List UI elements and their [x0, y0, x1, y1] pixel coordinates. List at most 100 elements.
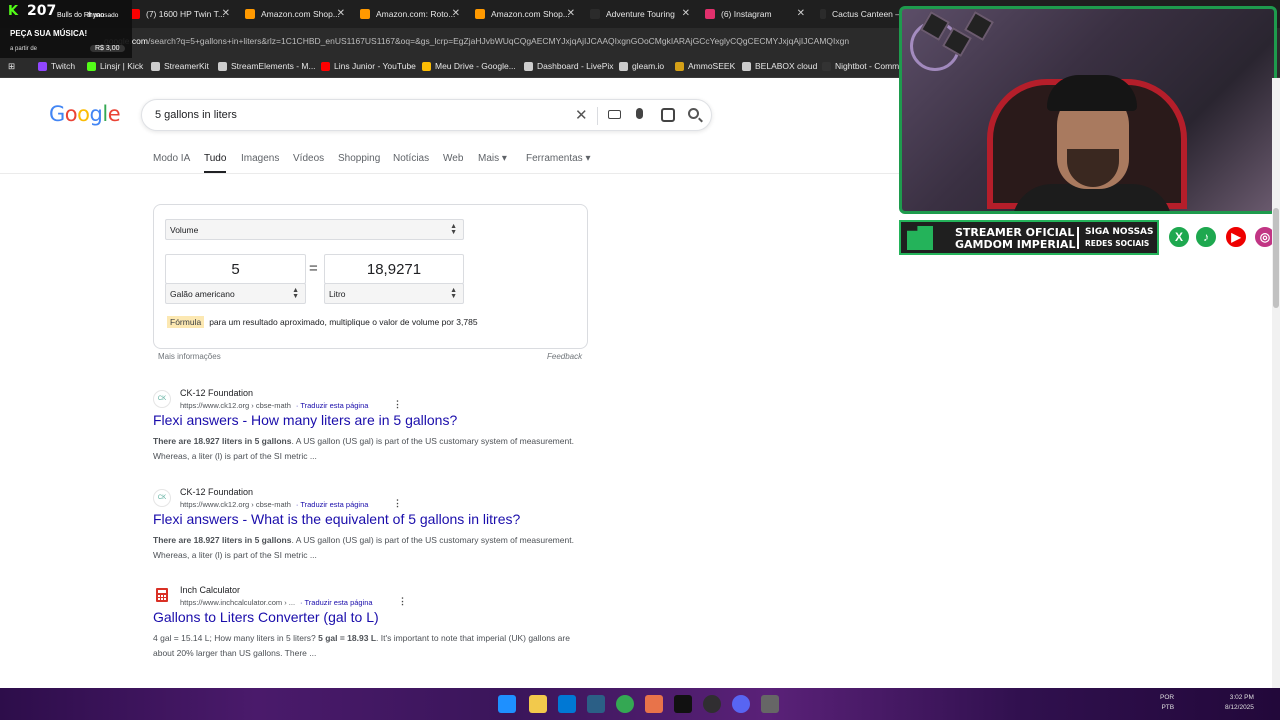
tab-modo-ia[interactable]: Modo IA	[153, 153, 190, 164]
tab-web[interactable]: Web	[443, 153, 463, 164]
browser-tab[interactable]: (6) Instagram ✕	[705, 0, 805, 28]
page-scrollbar[interactable]	[1272, 78, 1280, 688]
tab-imagens[interactable]: Imagens	[241, 153, 279, 164]
google-lens-icon[interactable]	[661, 108, 675, 122]
language-indicator[interactable]: POR PTB	[1160, 693, 1174, 713]
bookmark-item[interactable]: AmmoSEEK	[675, 61, 735, 71]
stream-banner: STREAMER OFICIAL GAMDOM IMPERIAL SIGA NO…	[899, 220, 1159, 255]
bookmark-item[interactable]: Nightbot - Comm...	[822, 61, 906, 71]
result-url[interactable]: https://www.ck12.org › cbse-math · Traduz…	[180, 401, 368, 410]
browser-tab[interactable]: Cactus Canteen –	[820, 0, 900, 28]
site-icon	[820, 9, 826, 19]
bookmark-item[interactable]: StreamerKit	[151, 61, 209, 71]
tab-videos[interactable]: Vídeos	[293, 153, 324, 164]
close-icon[interactable]: ✕	[222, 8, 230, 19]
start-icon[interactable]	[498, 695, 516, 713]
formula-line: Fórmula para um resultado aproximado, mul…	[167, 316, 478, 328]
divider	[597, 107, 598, 125]
bookmark-item[interactable]: gleam.io	[619, 61, 664, 71]
browser-tab[interactable]: (7) 1600 HP Twin T... ✕	[130, 0, 230, 28]
windows-taskbar: POR PTB 3:02 PM 8/12/2025	[0, 688, 1280, 720]
close-icon[interactable]: ✕	[452, 8, 460, 19]
streamelements-icon	[218, 61, 227, 71]
from-unit-select[interactable]: Galão americano ▲ ▼	[165, 283, 306, 304]
url-field[interactable]: google.com/search?q=5+gallons+in+liters&…	[104, 36, 900, 46]
to-unit-select[interactable]: Litro ▲ ▼	[324, 283, 464, 304]
close-icon[interactable]: ✕	[567, 8, 575, 19]
bookmark-item[interactable]: Linsjr | Kick	[87, 61, 143, 71]
select-arrows-icon: ▲ ▼	[292, 287, 299, 300]
file-explorer-icon[interactable]	[529, 695, 547, 713]
microphone-icon[interactable]	[636, 108, 643, 119]
result-site-name: CK-12 Foundation	[180, 487, 254, 497]
translate-link[interactable]: · Traduzir esta página	[300, 598, 373, 607]
scrollbar-thumb[interactable]	[1273, 208, 1279, 308]
bookmark-item[interactable]: Lins Junior - YouTube	[321, 61, 416, 71]
tab-ferramentas[interactable]: Ferramentas ▾	[526, 153, 590, 164]
viewer-count: 207	[27, 3, 57, 19]
feedback-link[interactable]: Feedback	[547, 352, 582, 361]
bookmark-item[interactable]: BELABOX cloud	[742, 61, 817, 71]
tab-mais[interactable]: Mais ▾	[478, 153, 507, 164]
result-url[interactable]: https://www.inchcalculator.com › ... · Tr…	[180, 598, 373, 607]
edge-icon[interactable]	[558, 695, 576, 713]
app-icon[interactable]	[645, 695, 663, 713]
more-options-icon[interactable]: ⋮	[398, 596, 407, 607]
more-info-link[interactable]: Mais informações	[158, 352, 221, 361]
google-logo[interactable]: Google	[49, 102, 121, 126]
select-arrows-icon: ▲ ▼	[450, 287, 457, 300]
translate-link[interactable]: · Traduzir esta página	[296, 500, 369, 509]
gleam-icon	[619, 61, 628, 71]
discord-icon[interactable]	[732, 695, 750, 713]
ck12-icon: CK	[153, 489, 171, 507]
bookmark-item[interactable]: Meu Drive - Google...	[422, 61, 516, 71]
from-value-input[interactable]: 5	[165, 254, 306, 284]
close-icon[interactable]: ✕	[797, 8, 805, 19]
result-title-link[interactable]: Flexi answers - How many liters are in 5…	[153, 412, 457, 428]
clear-icon[interactable]: ✕	[575, 106, 588, 124]
to-value-input[interactable]: 18,9271	[324, 254, 464, 284]
unit-type-select[interactable]: Volume ▲ ▼	[165, 219, 464, 240]
result-site-name: Inch Calculator	[180, 585, 241, 595]
formula-text: para um resultado aproximado, multipliqu…	[209, 317, 478, 327]
tab-shopping[interactable]: Shopping	[338, 153, 380, 164]
browser-tab[interactable]: Amazon.com: Roto... ✕	[360, 0, 460, 28]
bookmark-item[interactable]: StreamElements - M...	[218, 61, 316, 71]
clock[interactable]: 3:02 PM 8/12/2025	[1225, 693, 1254, 713]
ammoseek-icon	[675, 61, 684, 71]
ck12-icon: CK	[153, 390, 171, 408]
result-snippet: 4 gal = 15.14 L; How many liters in 5 li…	[153, 633, 570, 658]
gamdom-logo	[907, 226, 933, 250]
close-icon[interactable]: ✕	[682, 8, 690, 19]
browser-tab[interactable]: Amazon.com Shop... ✕	[245, 0, 345, 28]
browser-tab[interactable]: Amazon.com Shop... ✕	[475, 0, 575, 28]
amazon-icon	[360, 9, 370, 19]
steam-icon[interactable]	[587, 695, 605, 713]
close-icon[interactable]: ✕	[337, 8, 345, 19]
bookmark-item[interactable]: Dashboard - LivePix	[524, 61, 614, 71]
bookmark-item[interactable]: Twitch	[38, 61, 75, 71]
youtube-icon: ▶	[1224, 225, 1248, 249]
browser-tab[interactable]: Adventure Touring ✕	[590, 0, 690, 28]
search-input[interactable]: 5 gallons in liters	[155, 109, 237, 121]
terminal-icon[interactable]	[674, 695, 692, 713]
webcam-feed	[899, 6, 1277, 214]
result-url[interactable]: https://www.ck12.org › cbse-math · Traduz…	[180, 500, 368, 509]
equals-sign: =	[309, 260, 318, 277]
tab-noticias[interactable]: Notícias	[393, 153, 429, 164]
obs-icon[interactable]	[703, 695, 721, 713]
chrome-icon[interactable]	[616, 695, 634, 713]
apps-icon[interactable]: ⊞	[8, 61, 15, 72]
result-title-link[interactable]: Flexi answers - What is the equivalent o…	[153, 511, 520, 527]
more-options-icon[interactable]: ⋮	[393, 498, 402, 509]
calculator-icon[interactable]	[761, 695, 779, 713]
more-options-icon[interactable]: ⋮	[393, 399, 402, 410]
tab-tudo[interactable]: Tudo	[204, 153, 227, 173]
search-icon[interactable]	[688, 108, 699, 119]
result-snippet: There are 18.927 liters in 5 gallons. A …	[153, 535, 574, 560]
x-icon: X	[1167, 225, 1191, 249]
search-box[interactable]: 5 gallons in liters ✕	[141, 99, 712, 131]
result-title-link[interactable]: Gallons to Liters Converter (gal to L)	[153, 609, 379, 625]
translate-link[interactable]: · Traduzir esta página	[296, 401, 369, 410]
keyboard-icon[interactable]	[608, 110, 621, 119]
